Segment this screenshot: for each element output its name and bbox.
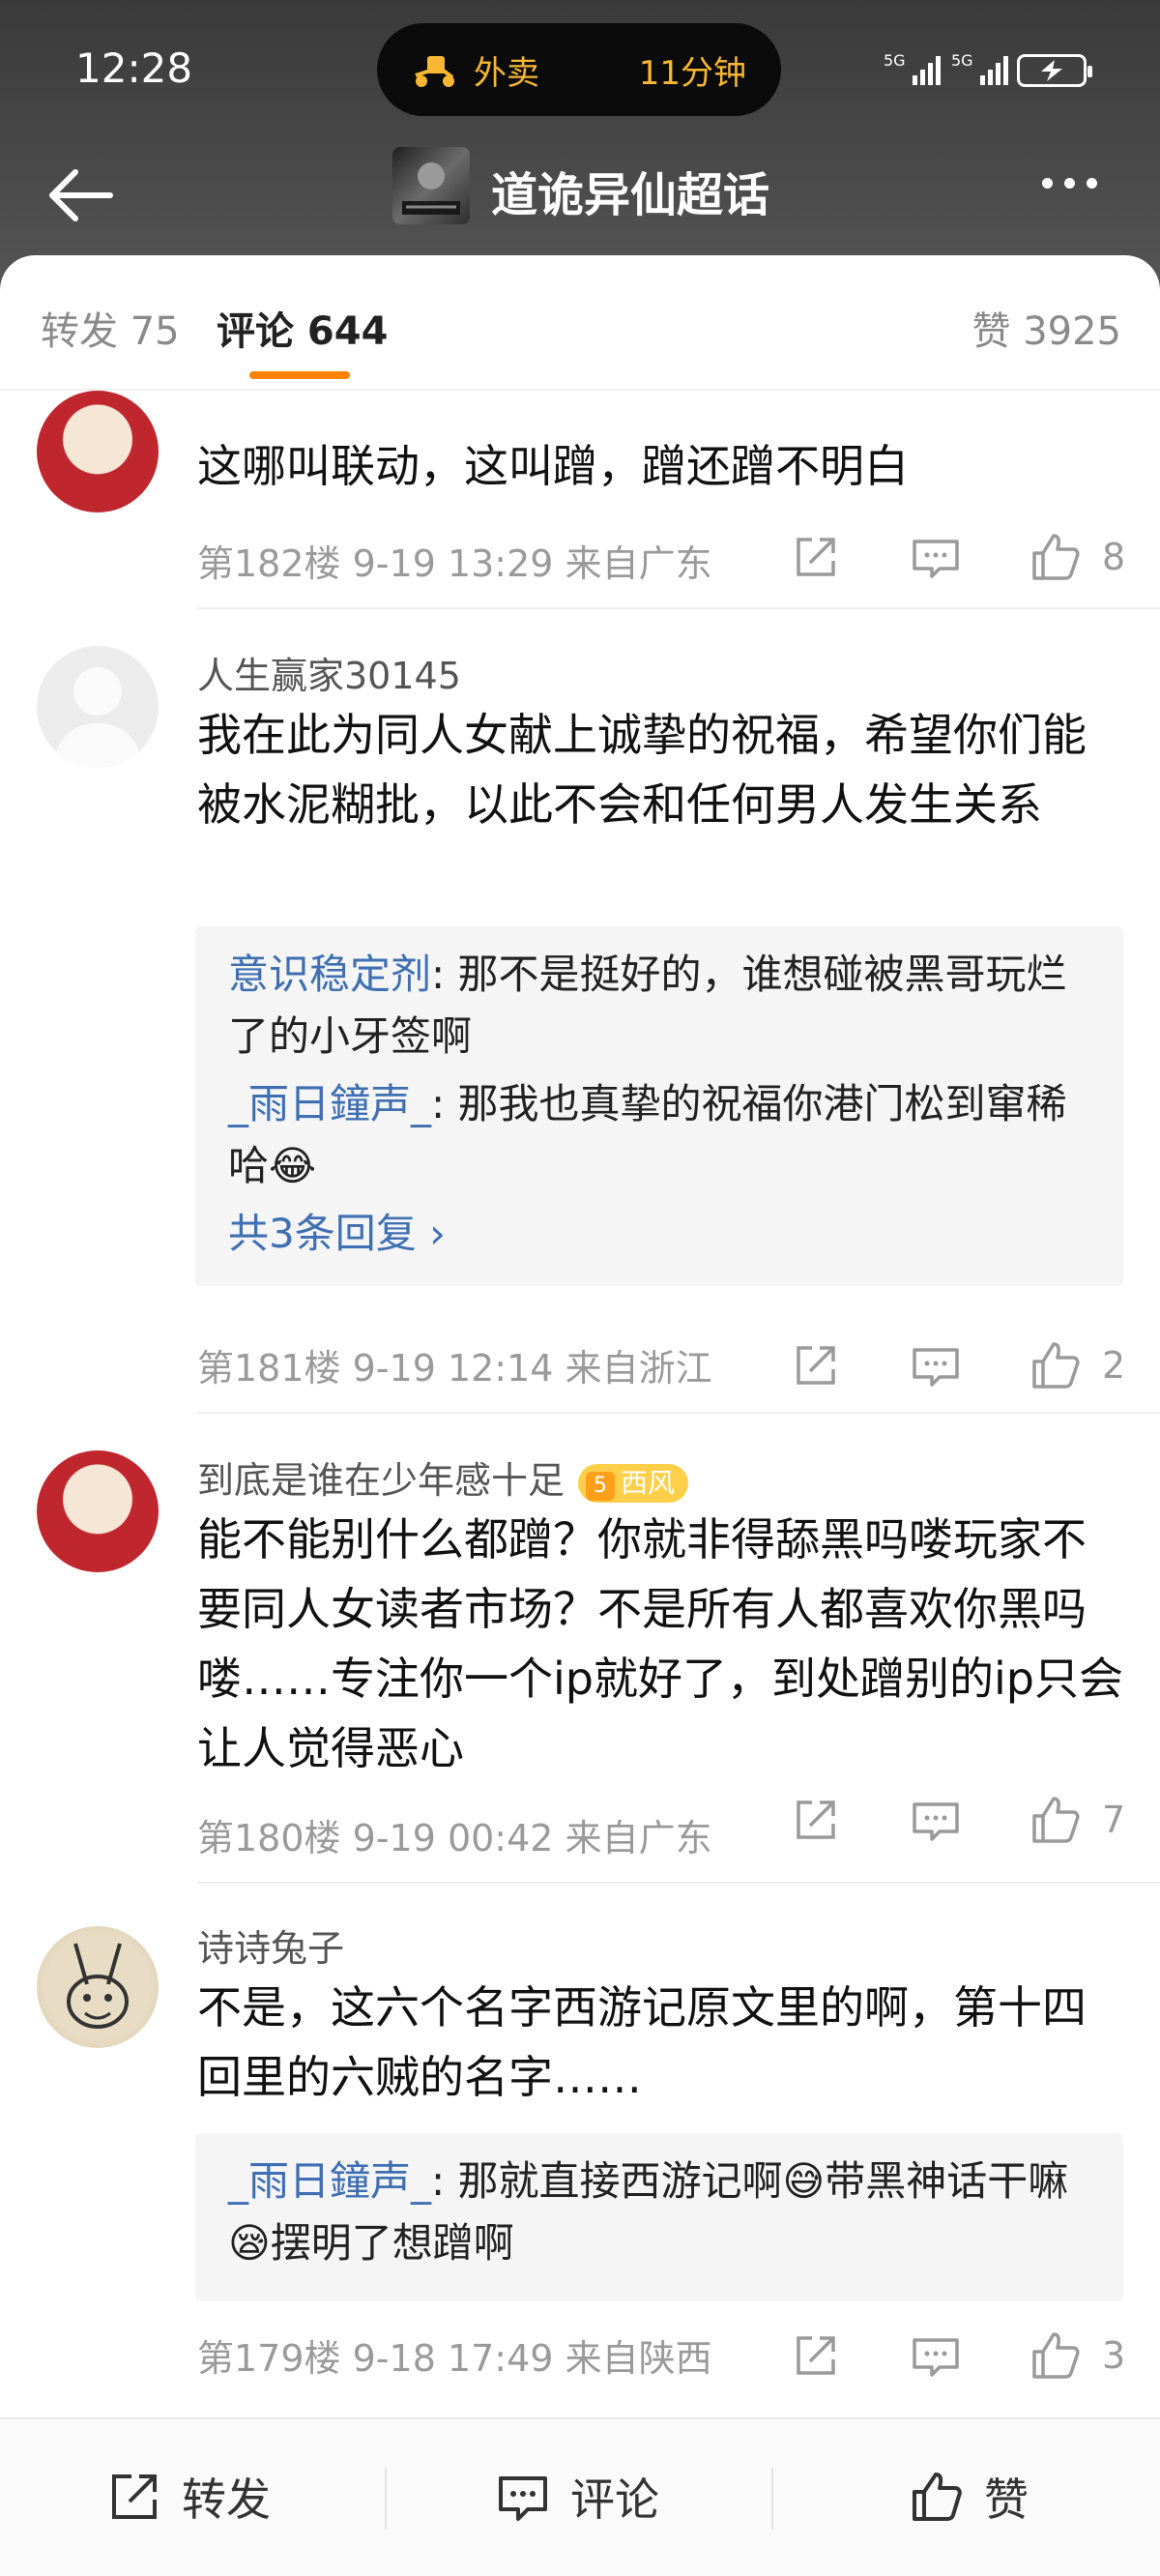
like-icon[interactable]	[1029, 1793, 1083, 1847]
comment-divider	[197, 1412, 1160, 1414]
like-icon[interactable]	[1029, 530, 1083, 584]
reply-icon[interactable]	[909, 2328, 963, 2383]
avatar[interactable]	[37, 646, 159, 768]
like-icon[interactable]	[1029, 2328, 1083, 2383]
badge-level: 5	[586, 1471, 616, 1501]
battery-icon	[1017, 54, 1092, 87]
reply-username[interactable]: _雨日鐘声_	[228, 1080, 431, 1127]
comment-username[interactable]: 诗诗兔子	[197, 1918, 344, 1972]
reply-item: 意识稳定剂: 那不是挺好的，谁想碰被黑哥玩烂了的小牙签啊	[228, 944, 1090, 1068]
comment-location: 来自浙江	[565, 1347, 712, 1390]
comment-meta: 第179楼 9-18 17:49 来自陕西	[197, 2328, 712, 2382]
back-arrow-icon[interactable]	[43, 157, 120, 234]
badge-text: 西风	[621, 1466, 676, 1499]
comment-location: 来自广东	[565, 542, 712, 585]
reply-icon[interactable]	[909, 1338, 963, 1392]
comment-username[interactable]: 人生赢家30145	[197, 646, 461, 699]
rabbit-sketch-image	[67, 1943, 129, 2029]
bottom-toolbar: 转发 评论 赞	[0, 2417, 1160, 2576]
comment-divider	[197, 1882, 1160, 1884]
reply-thread[interactable]: _雨日鐘声_: 那就直接西游记啊😅带黑神话干嘛😪摆明了想蹭啊	[195, 2133, 1123, 2301]
charging-bolt-icon	[1041, 60, 1062, 81]
repost-label: 转发	[182, 2474, 271, 2526]
repost-button[interactable]: 转发	[106, 2458, 271, 2535]
more-replies-link[interactable]: 共3条回复 ›	[228, 1203, 1090, 1265]
comment-text: 能不能别什么都蹭？你就非得舔黑吗喽玩家不要同人女读者市场？不是所有人都喜欢你黑吗…	[197, 1513, 1123, 1774]
reply-username[interactable]: 意识稳定剂	[228, 951, 431, 998]
toolbar-separator	[385, 2468, 387, 2530]
comment-item: 到底是谁在少年感十足 5 西风 能不能别什么都蹭？你就非得舔黑吗喽玩家不要同人女读者…	[0, 1450, 1160, 1876]
share-icon[interactable]	[789, 1338, 843, 1392]
topic-title[interactable]: 道诡异仙超话	[491, 157, 769, 224]
comment-username-row: 到底是谁在少年感十足 5 西风	[197, 1450, 689, 1504]
comment-location: 来自陕西	[565, 2337, 712, 2380]
comment-icon	[499, 2476, 547, 2521]
comment-meta: 第180楼 9-19 00:42 来自广东	[197, 1808, 712, 1861]
signal-icon: 5G	[884, 51, 941, 85]
share-icon[interactable]	[789, 530, 843, 584]
comment-button[interactable]: 评论	[495, 2458, 659, 2535]
tab-comments[interactable]: 评论 644	[217, 300, 388, 356]
comment-divider	[197, 607, 1160, 609]
comment-label: 评论	[570, 2474, 659, 2526]
avatar[interactable]	[37, 1926, 159, 2048]
reply-icon[interactable]	[909, 1793, 963, 1847]
fan-level-badge[interactable]: 5 西风	[578, 1463, 689, 1503]
delivery-live-activity[interactable]: 外卖 11分钟	[377, 23, 781, 116]
like-count: 2	[1102, 1344, 1126, 1387]
like-button[interactable]: 赞	[909, 2458, 1029, 2535]
like-label: 赞	[984, 2474, 1029, 2526]
comment-text: 我在此为同人女献上诚挚的祝福，希望你们能被水泥糊批，以此不会和任何男人发生关系	[197, 709, 1087, 831]
floor-number: 第182楼	[197, 542, 341, 585]
floor-number: 第180楼	[197, 1817, 341, 1859]
like-icon[interactable]	[1029, 1338, 1083, 1392]
tab-likes[interactable]: 赞 3925	[972, 300, 1121, 356]
comment-datetime: 9-19 00:42	[352, 1817, 554, 1859]
reply-item: _雨日鐘声_: 那就直接西游记啊😅带黑神话干嘛😪摆明了想蹭啊	[228, 2151, 1090, 2274]
topic-cover-image	[402, 162, 460, 215]
network-type-1: 5G	[884, 51, 906, 70]
comment-meta: 第182楼 9-19 13:29 来自广东	[197, 534, 712, 587]
reply-thread[interactable]: 意识稳定剂: 那不是挺好的，谁想碰被黑哥玩烂了的小牙签啊 _雨日鐘声_: 那我也…	[195, 926, 1123, 1286]
status-time: 12:28	[75, 44, 193, 92]
comment-text: 不是，这六个名字西游记原文里的啊，第十四回里的六贼的名字……	[197, 1981, 1087, 2103]
tab-repost[interactable]: 转发 75	[41, 300, 180, 356]
more-menu-icon[interactable]	[1042, 174, 1119, 203]
comment-location: 来自广东	[565, 1817, 712, 1859]
share-icon[interactable]	[789, 2328, 843, 2383]
like-count: 8	[1102, 536, 1126, 578]
reply-item: _雨日鐘声_: 那我也真挚的祝福你港门松到窜稀哈😂	[228, 1073, 1090, 1197]
status-bar: 12:28 外卖 11分钟 5G 5G	[0, 0, 1160, 145]
floor-number: 第179楼	[197, 2337, 341, 2380]
like-count: 3	[1102, 2334, 1126, 2377]
tab-active-indicator	[249, 371, 350, 379]
thumbs-up-icon	[913, 2473, 962, 2521]
avatar[interactable]	[37, 391, 159, 512]
network-type-2: 5G	[951, 51, 973, 70]
delivery-label: 外卖	[474, 53, 539, 93]
floor-number: 第181楼	[197, 1347, 341, 1390]
comment-datetime: 9-19 13:29	[352, 542, 554, 585]
avatar[interactable]	[37, 1450, 159, 1572]
signal-icon-2: 5G	[951, 51, 1008, 85]
comment-datetime: 9-18 17:49	[352, 2337, 554, 2380]
share-icon[interactable]	[789, 1793, 843, 1847]
comment-meta: 第181楼 9-19 12:14 来自浙江	[197, 1338, 712, 1391]
reply-username[interactable]: _雨日鐘声_	[228, 2157, 431, 2205]
comment-username[interactable]: 到底是谁在少年感十足	[197, 1459, 565, 1502]
scooter-icon	[415, 56, 454, 87]
tab-bar: 转发 75 评论 644 赞 3925	[0, 255, 1160, 391]
toolbar-separator	[771, 2468, 773, 2530]
comment-item: 这哪叫联动，这叫蹭，蹭还蹭不明白 第182楼 9-19 13:29 来自广东	[0, 391, 1160, 613]
topic-avatar[interactable]	[392, 147, 470, 224]
reply-icon[interactable]	[909, 530, 963, 584]
comment-item: 人生赢家30145 我在此为同人女献上诚挚的祝福，希望你们能被水泥糊批，以此不会…	[0, 646, 1160, 1410]
delivery-eta: 11分钟	[638, 53, 746, 93]
like-count: 7	[1102, 1799, 1126, 1841]
comment-datetime: 9-19 12:14	[352, 1347, 554, 1390]
comment-text: 这哪叫联动，这叫蹭，蹭还蹭不明白	[197, 440, 909, 492]
comment-item: 诗诗兔子 不是，这六个名字西游记原文里的啊，第十四回里的六贼的名字…… _雨日鐘…	[0, 1918, 1160, 2383]
repost-icon	[112, 2474, 157, 2519]
